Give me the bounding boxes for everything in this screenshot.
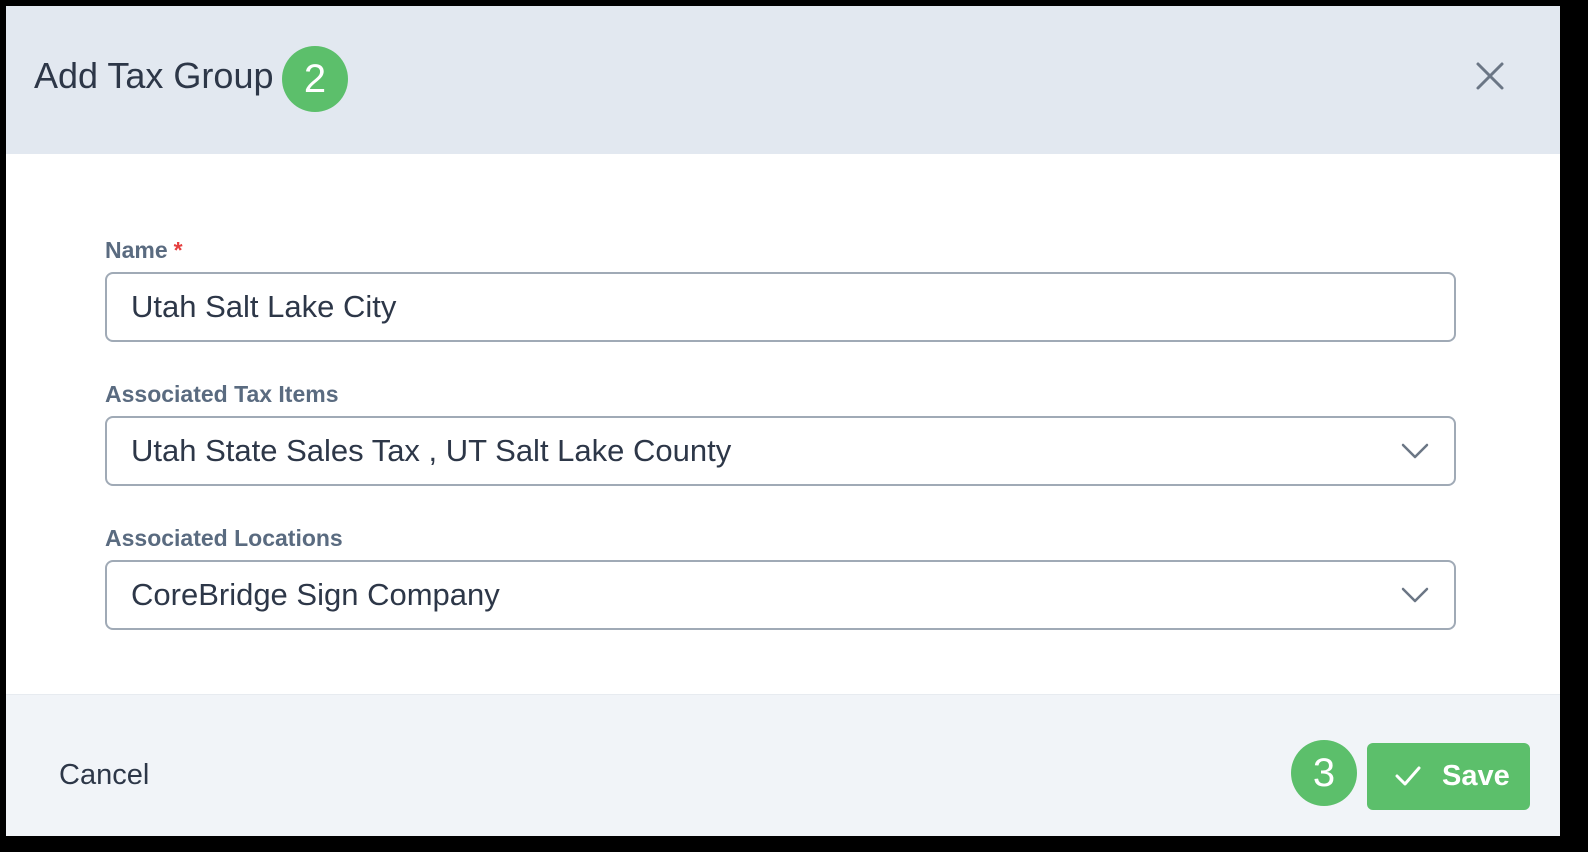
save-button-label: Save [1442, 760, 1510, 792]
dialog-body: Name* Associated Tax Items Utah State Sa… [6, 154, 1560, 694]
save-button[interactable]: Save [1367, 743, 1530, 810]
name-field[interactable] [105, 272, 1456, 342]
step-badge: 2 [282, 46, 348, 112]
cancel-button[interactable]: Cancel [59, 757, 149, 793]
tax-items-select[interactable]: Utah State Sales Tax , UT Salt Lake Coun… [105, 416, 1456, 486]
add-tax-group-dialog: Add Tax Group 2 Name* Associated Tax Ite… [6, 6, 1560, 836]
dialog-footer: Cancel 3 Save [6, 694, 1560, 836]
close-button[interactable] [1472, 58, 1508, 94]
locations-value: CoreBridge Sign Company [131, 577, 500, 612]
chevron-down-icon [1401, 587, 1429, 603]
dialog-header: Add Tax Group 2 [6, 6, 1560, 154]
locations-label: Associated Locations [105, 525, 343, 551]
locations-select[interactable]: CoreBridge Sign Company [105, 560, 1456, 630]
name-label: Name * [105, 236, 183, 264]
dialog-title: Add Tax Group [34, 55, 274, 96]
name-input[interactable] [131, 274, 1421, 340]
tax-items-value: Utah State Sales Tax , UT Salt Lake Coun… [131, 433, 732, 468]
check-icon [1395, 766, 1421, 786]
step-badge: 3 [1291, 740, 1357, 806]
required-marker: * [173, 237, 183, 263]
tax-items-label: Associated Tax Items [105, 381, 339, 407]
name-label-text: Name [105, 237, 168, 263]
close-icon [1476, 62, 1504, 90]
chevron-down-icon [1401, 443, 1429, 459]
